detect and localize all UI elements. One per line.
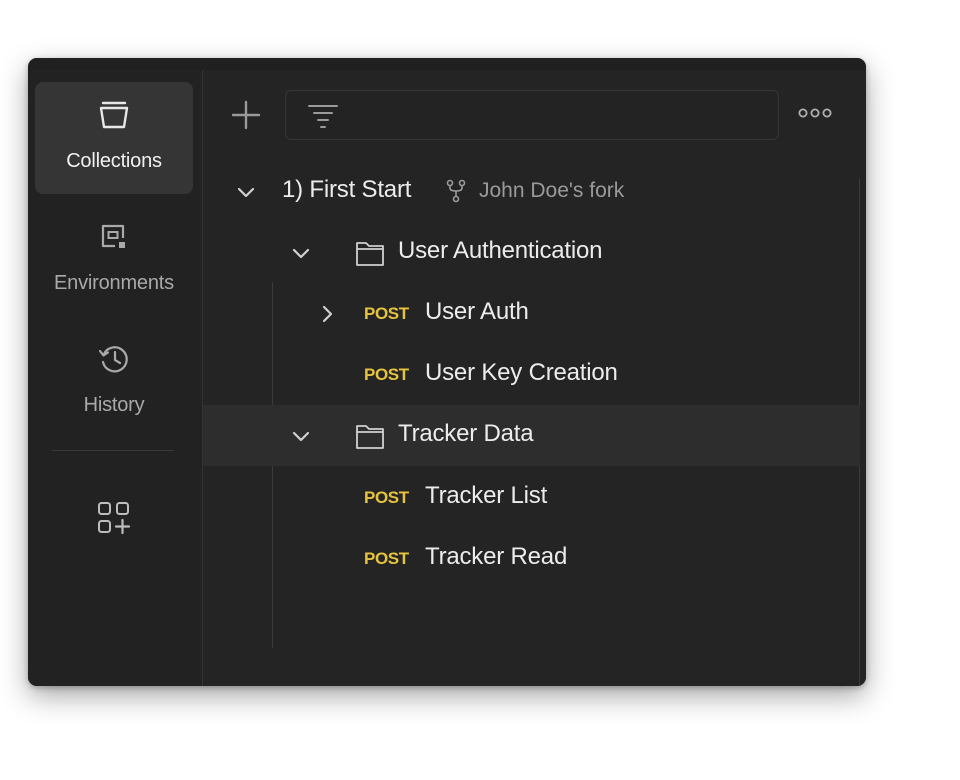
sidebar: Collections Environments History [28,70,203,686]
request-row[interactable]: POST User Auth [203,283,860,344]
more-options-icon[interactable] [797,103,833,123]
folder-icon [356,242,384,266]
method-badge: POST [364,488,409,507]
sidebar-item-label: History [83,394,145,416]
sidebar-item-collections[interactable]: Collections [35,82,193,194]
plus-icon[interactable] [229,98,263,132]
folder-icon [356,425,384,449]
request-name: User Auth [425,298,529,325]
method-badge: POST [364,304,409,323]
chevron-down-icon[interactable] [290,425,312,447]
fork-icon [446,179,466,203]
request-name: Tracker Read [425,543,568,570]
app-window: Collections Environments History 1) Firs… [28,58,866,686]
folder-row[interactable]: Tracker Data [203,405,860,466]
method-badge: POST [364,549,409,568]
filter-search-box[interactable] [285,90,779,140]
sidebar-divider [52,450,174,451]
sidebar-item-history[interactable]: History [35,326,193,438]
apps-add-icon[interactable] [96,500,132,536]
method-badge: POST [364,365,409,384]
folder-name: User Authentication [398,237,603,264]
collection-row[interactable]: 1) First Start John Doe's fork [203,161,860,222]
request-row[interactable]: POST Tracker List [203,467,860,528]
request-name: Tracker List [425,482,548,509]
request-row[interactable]: POST User Key Creation [203,344,860,405]
history-icon [98,346,128,373]
sidebar-item-label: Collections [66,150,162,172]
folder-row[interactable]: User Authentication [203,222,860,283]
chevron-right-icon[interactable] [316,303,338,325]
folder-name: Tracker Data [398,420,534,447]
environments-icon [101,224,125,248]
request-row[interactable]: POST Tracker Read [203,528,860,589]
chevron-down-icon[interactable] [290,242,312,264]
filter-icon [308,105,338,128]
collection-name: 1) First Start [282,176,412,203]
filter-input[interactable] [352,99,766,133]
sidebar-item-label: Environments [54,272,174,294]
collections-icon [99,101,129,129]
chevron-down-icon[interactable] [235,181,257,203]
collections-panel: 1) First Start John Doe's fork User Auth… [203,70,866,686]
fork-label: John Doe's fork [479,179,625,202]
sidebar-item-environments[interactable]: Environments [35,204,193,316]
request-name: User Key Creation [425,359,618,386]
